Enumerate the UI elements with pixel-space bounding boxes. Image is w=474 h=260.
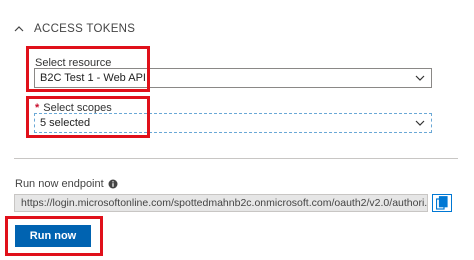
copy-button[interactable] [432, 194, 452, 212]
chevron-down-icon [415, 120, 425, 126]
chevron-down-icon [415, 75, 425, 81]
endpoint-url-field[interactable]: https://login.microsoftonline.com/spotte… [14, 194, 428, 212]
scopes-value: 5 selected [40, 117, 91, 129]
resource-value: B2C Test 1 - Web API [40, 72, 146, 84]
endpoint-label-row: Run now endpoint [15, 178, 118, 190]
access-tokens-header[interactable]: ACCESS TOKENS [14, 20, 135, 38]
section-divider [14, 158, 458, 159]
endpoint-label: Run now endpoint [15, 178, 104, 190]
scopes-select[interactable]: 5 selected [34, 113, 432, 133]
copy-icon [436, 196, 448, 210]
run-now-button[interactable]: Run now [15, 225, 91, 247]
info-icon[interactable] [108, 179, 118, 189]
resource-select[interactable]: B2C Test 1 - Web API [34, 68, 432, 88]
endpoint-url: https://login.microsoftonline.com/spotte… [21, 197, 428, 209]
chevron-up-icon [14, 26, 24, 32]
section-title: ACCESS TOKENS [34, 23, 136, 35]
